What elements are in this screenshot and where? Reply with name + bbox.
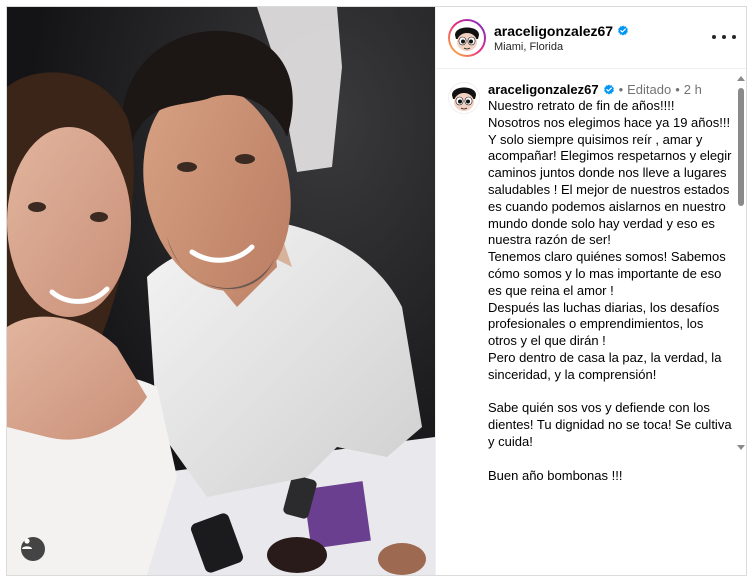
author-avatar-story-ring[interactable] xyxy=(448,18,486,57)
post-location[interactable]: Miami, Florida xyxy=(494,41,629,53)
couple-selfie-image xyxy=(7,7,435,575)
scroll-down-arrow-icon[interactable] xyxy=(737,445,745,450)
separator-dot: • xyxy=(618,82,624,97)
caption-text: Nuestro retrato de fin de años!!!! Nosot… xyxy=(488,98,732,483)
tagged-user-icon[interactable] xyxy=(21,537,45,561)
author-username[interactable]: araceligonzalez67 xyxy=(494,23,613,39)
comments-section: araceligonzalez67 • Editado • 2 h Nuestr… xyxy=(436,70,746,575)
separator-dot: • xyxy=(675,82,680,97)
post-details-panel: araceligonzalez67 Miami, Florida araceli… xyxy=(435,7,746,575)
caption-username[interactable]: araceligonzalez67 xyxy=(488,82,599,98)
post-photo[interactable] xyxy=(7,7,435,575)
powerpuff-avatar-icon[interactable] xyxy=(448,82,480,114)
instagram-post-modal: araceligonzalez67 Miami, Florida araceli… xyxy=(6,6,747,576)
powerpuff-avatar-icon xyxy=(450,20,484,55)
post-timestamp[interactable]: 2 h xyxy=(684,82,702,98)
scrollbar-thumb[interactable] xyxy=(738,88,744,206)
more-options-icon[interactable] xyxy=(712,29,736,45)
caption-comment: araceligonzalez67 • Editado • 2 h Nuestr… xyxy=(436,70,746,484)
verified-badge-icon xyxy=(603,84,614,95)
caption-scrollbar[interactable] xyxy=(736,70,746,450)
verified-badge-icon xyxy=(618,25,628,35)
post-header: araceligonzalez67 Miami, Florida xyxy=(436,7,746,69)
scroll-up-arrow-icon[interactable] xyxy=(737,76,745,81)
edited-label: Editado xyxy=(627,82,672,97)
caption-meta: araceligonzalez67 • Editado • 2 h xyxy=(488,82,733,98)
